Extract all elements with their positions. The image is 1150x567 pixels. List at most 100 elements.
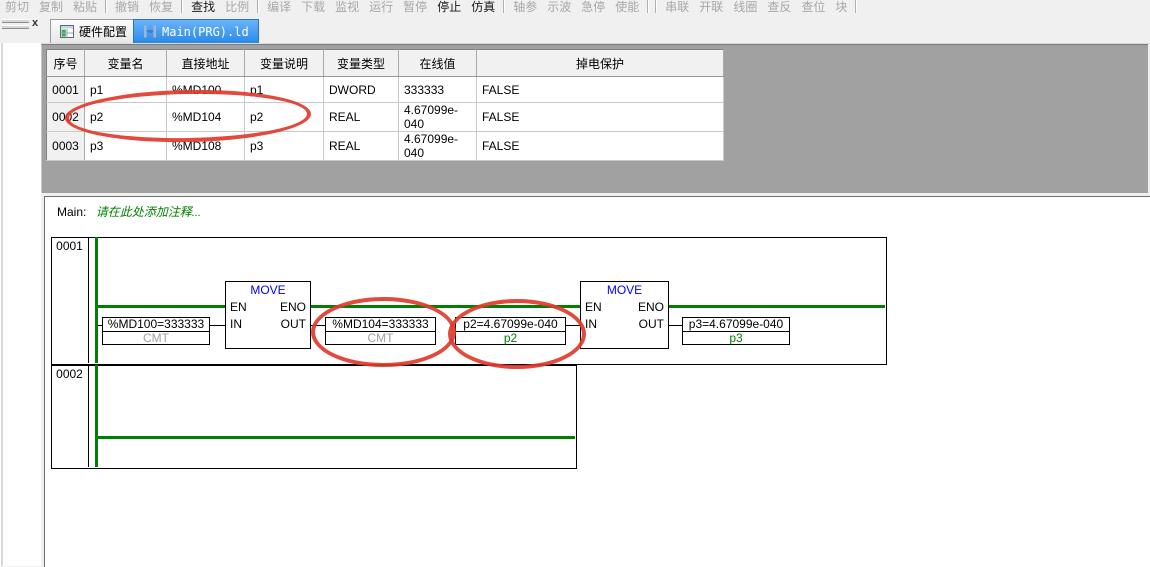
toolbar-button-run[interactable]: 运行 [364, 0, 398, 14]
cell-name[interactable]: p3 [85, 132, 167, 161]
rung-number[interactable]: 0002 [51, 367, 88, 381]
cell-description[interactable]: p1 [245, 77, 324, 103]
cell-online-value[interactable]: 333333 [399, 77, 477, 103]
rung-number-separator [88, 237, 89, 363]
cell-name[interactable]: p1 [85, 77, 167, 103]
toolbar-button-undo[interactable]: 撤销 [110, 0, 144, 14]
toolbar-button-scale[interactable]: 比例 [220, 0, 254, 14]
cell-retain[interactable]: FALSE [477, 103, 724, 132]
toolbar-button-download[interactable]: 下载 [296, 0, 330, 14]
toolbar-button-redo[interactable]: 恢复 [144, 0, 178, 14]
cell-online-value[interactable]: 4.67099e-040 [399, 103, 477, 132]
toolbar-button-copy[interactable]: 复制 [34, 0, 68, 14]
col-header-name[interactable]: 变量名 [85, 50, 167, 77]
toolbar-button-oscilloscope[interactable]: 示波 [542, 0, 576, 14]
operand-name: p3 [682, 332, 790, 345]
col-header-index[interactable]: 序号 [47, 50, 85, 77]
power-rail [95, 365, 98, 467]
rung-number[interactable]: 0001 [51, 239, 88, 253]
toolbar-separator [503, 0, 505, 13]
ladder-editor: Main: 请在此处添加注释... 0001 %MD100=333333 CMT… [44, 196, 1150, 567]
pin-en: EN [585, 301, 602, 313]
pin-eno: ENO [638, 301, 664, 313]
pin-out: OUT [281, 318, 306, 330]
operand-box-p3[interactable]: p3=4.67099e-040 p3 [682, 317, 790, 345]
cell-type[interactable]: REAL [324, 103, 399, 132]
program-name-label: Main: [57, 205, 86, 219]
col-header-address[interactable]: 直接地址 [167, 50, 245, 77]
pin-in: IN [230, 318, 242, 330]
toolbar-button-stop[interactable]: 停止 [432, 0, 466, 14]
dock-grip-handle[interactable] [2, 19, 29, 31]
cell-index[interactable]: 0003 [47, 132, 85, 161]
toolbar-button-compile[interactable]: 编译 [262, 0, 296, 14]
hardware-config-icon [60, 25, 74, 38]
table-row[interactable]: 0001 p1 %MD100 p1 DWORD 333333 FALSE [47, 77, 724, 103]
cell-retain[interactable]: FALSE [477, 77, 724, 103]
toolbar-separator [647, 0, 649, 13]
close-icon[interactable]: x [32, 17, 38, 29]
cell-address[interactable]: %MD100 [167, 77, 245, 103]
operand-value: p3=4.67099e-040 [682, 317, 790, 332]
toolbar-button-cut[interactable]: 剪切 [0, 0, 34, 14]
toolbar-button-negate[interactable]: 查反 [762, 0, 796, 14]
col-header-type[interactable]: 变量类型 [324, 50, 399, 77]
cell-online-value[interactable]: 4.67099e-040 [399, 132, 477, 161]
operand-value: %MD104=333333 [325, 317, 436, 332]
toolbar-button-parallel-contact[interactable]: 开联 [694, 0, 728, 14]
power-wire [95, 305, 885, 308]
cell-index[interactable]: 0002 [47, 103, 85, 132]
col-header-description[interactable]: 变量说明 [245, 50, 324, 77]
move-function-block-1[interactable]: MOVE EN ENO IN OUT [225, 281, 311, 349]
toolbar-separator [855, 0, 857, 13]
operand-comment: CMT [102, 332, 210, 345]
operand-name: p2 [455, 332, 566, 345]
toolbar-separator [257, 0, 259, 13]
toolbar-button-monitor[interactable]: 监视 [330, 0, 364, 14]
power-rail [95, 237, 98, 363]
move-function-block-2[interactable]: MOVE EN ENO IN OUT [580, 281, 669, 349]
toolbar: 剪切 复制 粘贴 撤销 恢复 查找 比例 编译 下载 监视 运行 暂停 停止 仿… [0, 0, 1150, 15]
toolbar-button-block[interactable]: 块 [830, 0, 852, 14]
cell-description[interactable]: p2 [245, 103, 324, 132]
toolbar-button-check-bit[interactable]: 查位 [796, 0, 830, 14]
toolbar-button-enable[interactable]: 使能 [610, 0, 644, 14]
power-wire [95, 436, 575, 439]
cell-address[interactable]: %MD108 [167, 132, 245, 161]
toolbar-separator [181, 0, 183, 13]
cell-address[interactable]: %MD104 [167, 103, 245, 132]
table-row[interactable]: 0002 p2 %MD104 p2 REAL 4.67099e-040 FALS… [47, 103, 724, 132]
pin-en: EN [230, 301, 247, 313]
table-row[interactable]: 0003 p3 %MD108 p3 REAL 4.67099e-040 FALS… [47, 132, 724, 161]
toolbar-button-simulate[interactable]: 仿真 [466, 0, 500, 14]
ladder-program-icon [143, 25, 157, 38]
operand-box-p2[interactable]: p2=4.67099e-040 p2 [455, 317, 566, 345]
tab-main-program[interactable]: Main(PRG).ld [133, 19, 259, 43]
toolbar-button-estop[interactable]: 急停 [576, 0, 610, 14]
toolbar-button-pause[interactable]: 暂停 [398, 0, 432, 14]
toolbar-button-find[interactable]: 查找 [186, 0, 220, 14]
tab-hardware-config[interactable]: 硬件配置 [50, 19, 137, 43]
cell-index[interactable]: 0001 [47, 77, 85, 103]
operand-box-md100[interactable]: %MD100=333333 CMT [102, 317, 210, 345]
function-block-title: MOVE [581, 283, 668, 297]
toolbar-button-paste[interactable]: 粘贴 [68, 0, 102, 14]
operand-comment: CMT [325, 332, 436, 345]
toolbar-button-coil[interactable]: 线圈 [728, 0, 762, 14]
cell-retain[interactable]: FALSE [477, 132, 724, 161]
cell-description[interactable]: p3 [245, 132, 324, 161]
col-header-retain[interactable]: 掉电保护 [477, 50, 724, 77]
tab-label-hardware: 硬件配置 [79, 23, 127, 40]
toolbar-button-series-contact[interactable]: 串联 [660, 0, 694, 14]
pin-eno: ENO [280, 301, 306, 313]
toolbar-button-axis-param[interactable]: 轴参 [508, 0, 542, 14]
pin-in: IN [585, 318, 597, 330]
cell-type[interactable]: REAL [324, 132, 399, 161]
operand-value: p2=4.67099e-040 [455, 317, 566, 332]
operand-box-md104[interactable]: %MD104=333333 CMT [325, 317, 436, 345]
program-comment[interactable]: 请在此处添加注释... [96, 205, 201, 219]
col-header-online-value[interactable]: 在线值 [399, 50, 477, 77]
cell-type[interactable]: DWORD [324, 77, 399, 103]
toolbar-separator [105, 0, 107, 13]
cell-name[interactable]: p2 [85, 103, 167, 132]
